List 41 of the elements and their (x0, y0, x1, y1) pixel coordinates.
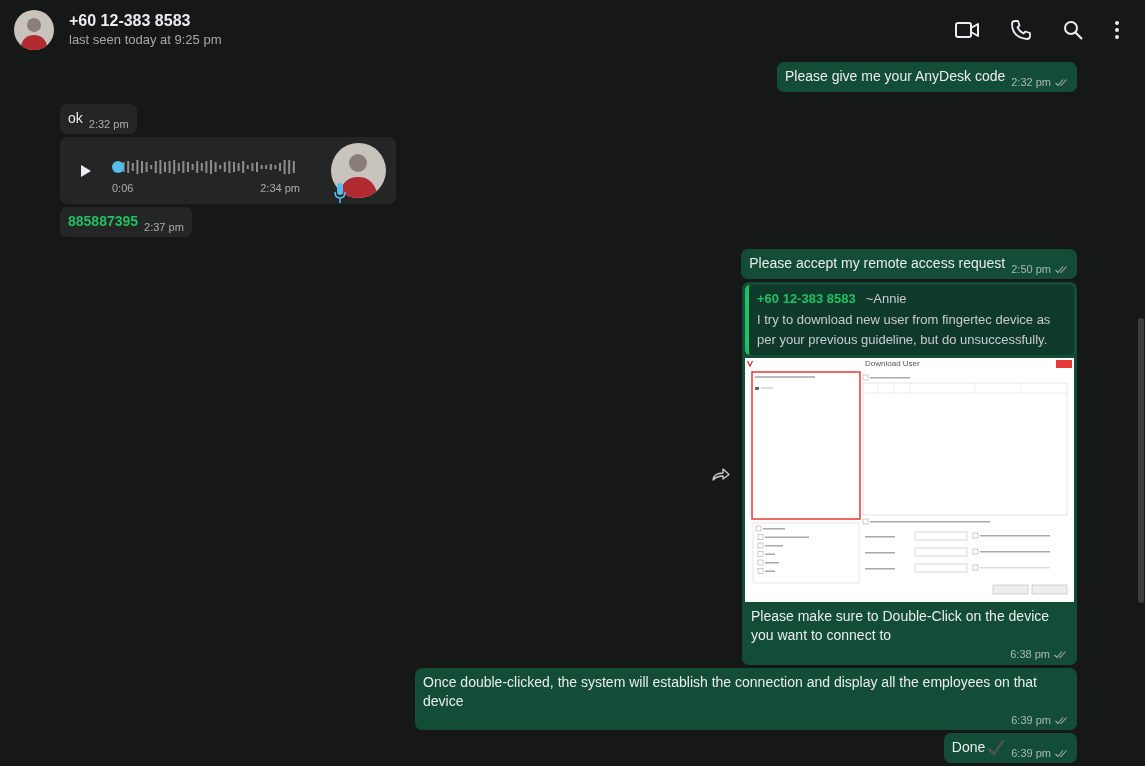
double-tick-icon (1055, 749, 1069, 758)
double-tick-icon (1055, 78, 1069, 87)
message-time: 2:32 pm (1011, 76, 1051, 89)
scrollbar-thumb[interactable] (1138, 318, 1144, 603)
close-button[interactable] (1056, 359, 1072, 368)
message-time: 6:39 pm (1011, 714, 1051, 727)
phone-call-icon[interactable] (1011, 20, 1031, 40)
message-time: 2:37 pm (144, 221, 184, 234)
message-time: 6:38 pm (1010, 648, 1050, 661)
forward-icon[interactable] (712, 466, 730, 481)
quoted-text: I try to download new user from fingertec device as per your previous guideline, but do unsuccessfully. (757, 311, 1052, 349)
play-icon[interactable] (80, 163, 92, 178)
sender-avatar (331, 143, 386, 198)
check-mark-icon (987, 739, 1006, 757)
contact-name: +60 12-383 8583 (69, 11, 192, 31)
quoted-sender: +60 12-383 8583 (757, 290, 856, 308)
message-time: 2:34 pm (260, 180, 300, 196)
message-text: ok (68, 109, 83, 128)
phone-number-link[interactable]: 885887395 (68, 212, 139, 231)
message-text: Done (951, 738, 986, 757)
voice-duration: 0:06 (112, 180, 134, 196)
contact-avatar[interactable] (14, 10, 54, 50)
message-text: Please make sure to Double-Click on the device you want to connect to (751, 607, 1051, 645)
last-seen-status: last seen today at 9:25 pm (69, 31, 222, 49)
message-time: 6:39 pm (1011, 747, 1051, 760)
video-call-icon[interactable] (955, 21, 979, 39)
playback-thumb[interactable] (112, 160, 124, 173)
double-tick-icon (1055, 265, 1069, 274)
sender-alias: ~Annie (865, 290, 907, 308)
double-tick-icon (1055, 716, 1069, 725)
double-tick-icon (1054, 650, 1068, 659)
message-text: Please accept my remote access request (749, 254, 1006, 273)
app-logo-icon (747, 360, 754, 367)
message-time: 2:50 pm (1011, 263, 1051, 276)
message-text: Once double-clicked, the system will establish the connection and display all the employees on that device (423, 673, 1038, 711)
search-icon[interactable] (1063, 20, 1083, 40)
message-text: Please give me your AnyDesk code (785, 67, 1006, 86)
microphone-icon (334, 182, 346, 204)
menu-icon[interactable] (1115, 21, 1119, 39)
message-time: 2:32 pm (88, 118, 129, 131)
window-title: Download User (865, 358, 920, 369)
